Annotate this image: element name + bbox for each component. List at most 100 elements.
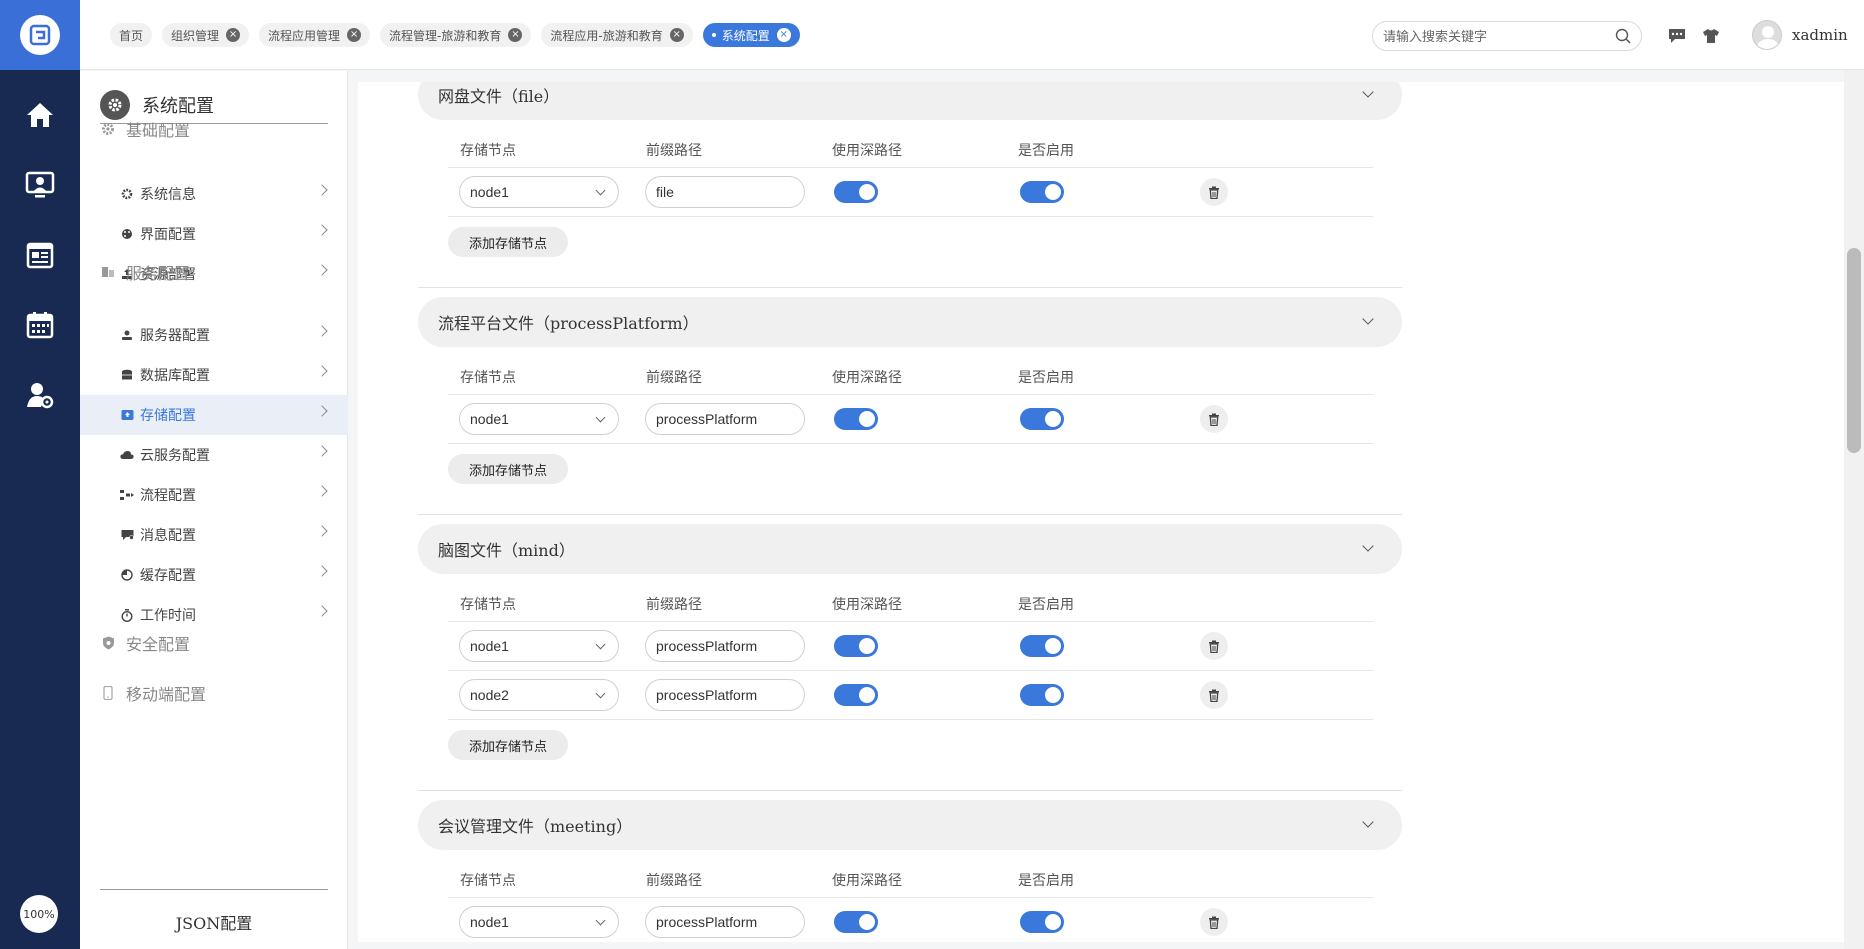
avatar[interactable] (1752, 20, 1782, 50)
prefix-input[interactable]: processPlatform (645, 403, 805, 435)
chevron-down-icon[interactable] (1362, 816, 1374, 828)
chevron-down-icon (595, 412, 606, 423)
search-input[interactable] (1383, 28, 1615, 44)
chevron-right-icon (316, 224, 328, 236)
trash-icon[interactable] (1200, 908, 1228, 936)
group-label: 基础配置 (126, 121, 191, 140)
sidebar-item-flow-config[interactable]: 流程配置 (80, 475, 348, 515)
storage-section: 流程平台文件（processPlatform） 存储节点 前缀路径 使用深路径 … (418, 297, 1402, 484)
sidebar-item-label: 缓存配置 (140, 568, 196, 584)
tab-label: 组织管理 (171, 28, 220, 43)
search-icon[interactable] (1615, 28, 1631, 44)
node-select[interactable]: node1 (459, 403, 619, 435)
deep-path-toggle[interactable] (834, 684, 878, 706)
logo-icon (29, 24, 51, 46)
close-icon[interactable]: × (776, 28, 791, 42)
add-storage-node-button[interactable]: 添加存储节点 (448, 227, 568, 257)
node-select[interactable]: node1 (459, 176, 619, 208)
server-icon (100, 265, 116, 279)
zoom-indicator[interactable]: 100% (20, 895, 58, 933)
tab-process-app-mgmt[interactable]: 流程应用管理 × (259, 23, 371, 47)
prefix-input[interactable]: file (645, 176, 805, 208)
tab-home[interactable]: 首页 (110, 23, 153, 47)
json-config-link[interactable]: JSON配置 (100, 889, 328, 934)
sidebar-item-ui-config[interactable]: 界面配置 (80, 214, 348, 254)
prefix-input[interactable]: processPlatform (645, 630, 805, 662)
close-icon[interactable]: × (226, 28, 241, 42)
trash-icon[interactable] (1200, 178, 1228, 206)
section-title: 会议管理文件（meeting） (438, 817, 633, 836)
user-settings-icon[interactable] (0, 360, 80, 430)
enabled-toggle[interactable] (1020, 408, 1064, 430)
trash-icon[interactable] (1200, 632, 1228, 660)
column-headers: 存储节点 前缀路径 使用深路径 是否启用 (448, 574, 1373, 622)
section-header[interactable]: 会议管理文件（meeting） (418, 800, 1402, 850)
group-mobile[interactable]: 移动端配置 (100, 681, 206, 705)
top-bar: 首页 组织管理 × 流程应用管理 × 流程管理-旅游和教育 × 流程应用-旅游和教育 ×… (80, 0, 1864, 70)
shirt-icon[interactable] (1701, 26, 1721, 46)
chevron-down-icon (595, 185, 606, 196)
deep-path-toggle[interactable] (834, 181, 878, 203)
sidebar-item-cache-config[interactable]: 缓存配置 (80, 555, 348, 595)
username: xadmin (1792, 26, 1848, 44)
news-icon[interactable] (0, 220, 80, 290)
sidebar-item-cloud-config[interactable]: 云服务配置 (80, 435, 348, 475)
sidebar-item-work-time[interactable]: 工作时间 (80, 595, 348, 635)
sidebar-item-database-config[interactable]: 数据库配置 (80, 355, 348, 395)
col-node: 存储节点 (460, 597, 516, 613)
scrollbar-thumb[interactable] (1847, 248, 1861, 453)
section-header[interactable]: 流程平台文件（processPlatform） (418, 297, 1402, 347)
shield-icon (100, 636, 116, 650)
home-icon[interactable] (0, 80, 80, 150)
group-security[interactable]: 安全配置 (100, 631, 190, 655)
close-icon[interactable]: × (347, 28, 362, 42)
chat-icon[interactable] (1667, 26, 1687, 46)
trash-icon[interactable] (1200, 405, 1228, 433)
group-basic[interactable]: 基础配置 (100, 117, 190, 141)
section-header[interactable]: 脑图文件（mind） (418, 524, 1402, 574)
monitor-user-icon[interactable] (0, 150, 80, 220)
tab-label: 流程管理-旅游和教育 (389, 28, 502, 43)
chevron-down-icon[interactable] (1362, 313, 1374, 325)
deep-path-toggle[interactable] (834, 408, 878, 430)
sidebar-item-storage-config[interactable]: 存储配置 (80, 395, 348, 435)
chevron-down-icon[interactable] (1362, 86, 1374, 98)
close-icon[interactable]: × (669, 28, 684, 42)
trash-icon[interactable] (1200, 681, 1228, 709)
group-service[interactable]: 服务配置 (100, 260, 190, 284)
app-rail: 100% (0, 0, 80, 949)
enabled-toggle[interactable] (1020, 181, 1064, 203)
tab-system-config[interactable]: 系统配置 × (702, 23, 800, 47)
column-headers: 存储节点 前缀路径 使用深路径 是否启用 (448, 347, 1373, 395)
sidebar-title: 系统配置 (142, 96, 214, 117)
sidebar-item-label: 云服务配置 (140, 448, 210, 464)
chevron-down-icon[interactable] (1362, 540, 1374, 552)
calendar-icon[interactable] (0, 290, 80, 360)
deep-path-toggle[interactable] (834, 635, 878, 657)
tab-process-mgmt-travel[interactable]: 流程管理-旅游和教育 × (380, 23, 532, 47)
node-select[interactable]: node1 (459, 630, 619, 662)
enabled-toggle[interactable] (1020, 911, 1064, 933)
sidebar-item-server-config[interactable]: 服务器配置 (80, 315, 348, 355)
node-select[interactable]: node2 (459, 679, 619, 711)
app-logo[interactable] (0, 0, 80, 70)
scrollbar[interactable] (1844, 70, 1864, 949)
add-storage-node-button[interactable]: 添加存储节点 (448, 454, 568, 484)
sidebar-item-system-info[interactable]: 系统信息 (80, 174, 348, 214)
prefix-input[interactable]: processPlatform (645, 906, 805, 938)
enabled-toggle[interactable] (1020, 684, 1064, 706)
tab-org[interactable]: 组织管理 × (162, 23, 250, 47)
add-storage-node-button[interactable]: 添加存储节点 (448, 730, 568, 760)
prefix-input[interactable]: processPlatform (645, 679, 805, 711)
group-label: 服务配置 (126, 264, 191, 283)
user-menu[interactable]: xadmin (1752, 20, 1848, 50)
section-header[interactable]: 网盘文件（file） (418, 82, 1402, 120)
chevron-down-icon (595, 688, 606, 699)
enabled-toggle[interactable] (1020, 635, 1064, 657)
close-icon[interactable]: × (508, 28, 523, 42)
tab-process-app-travel[interactable]: 流程应用-旅游和教育 × (541, 23, 693, 47)
node-select[interactable]: node1 (459, 906, 619, 938)
deep-path-toggle[interactable] (834, 911, 878, 933)
node-value: node1 (470, 638, 509, 654)
sidebar-item-message-config[interactable]: 消息配置 (80, 515, 348, 555)
